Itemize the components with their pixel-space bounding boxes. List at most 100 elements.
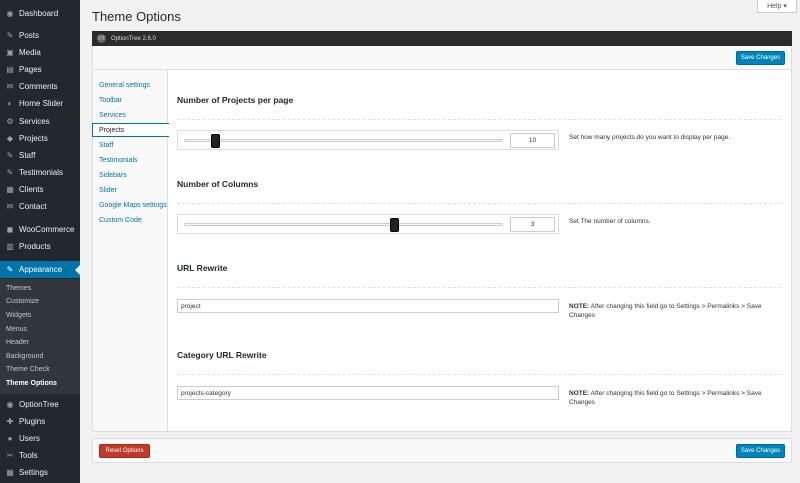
note-text: After changing this field go to Settings… [569,303,762,319]
menu-label: Media [19,48,41,57]
tab-toolbar[interactable]: Toolbar [99,97,122,104]
pin-icon: ✎ [6,30,14,40]
media-icon: ▣ [6,47,14,57]
tab-sidebars[interactable]: Sidebars [99,172,127,179]
field-title-projects-per-page: Number of Projects per page [177,95,294,105]
menu-tools[interactable]: ✂ Tools [0,447,80,464]
projects-per-page-value[interactable]: 10 [510,133,555,148]
menu-contact[interactable]: ✉ Contact [0,198,80,215]
menu-staff[interactable]: ✎ Staff [0,147,80,164]
admin-sidebar: ◉ Dashboard ✎ Posts ▣ Media ▤ Pages ✉ Comment… [0,0,80,483]
menu-label: Dashboard [19,9,59,18]
optiontree-icon: ◉ [6,399,14,409]
menu-comments[interactable]: ✉ Comments [0,78,80,95]
menu-label: Services [19,117,50,126]
optiontree-footer: Reset Options Save Changes [92,438,792,463]
gear-icon: ⚙ [6,116,14,126]
field-title-category-url-rewrite: Category URL Rewrite [177,350,267,360]
field-title-columns: Number of Columns [177,179,259,189]
menu-label: Settings [19,468,48,477]
menu-testimonials[interactable]: ✎ Testimonials [0,164,80,181]
url-rewrite-input[interactable] [177,299,559,313]
menu-plugins[interactable]: ✚ Plugins [0,413,80,430]
menu-pages[interactable]: ▤ Pages [0,61,80,78]
menu-label: Home Slider [19,99,64,108]
menu-products[interactable]: ▥ Products [0,238,80,255]
tab-slider[interactable]: Slider [99,187,117,194]
menu-media[interactable]: ▣ Media [0,44,80,61]
page-title: Theme Options [92,9,181,24]
menu-label: OptionTree [19,400,59,409]
tab-general-settings[interactable]: General settings [99,82,150,89]
slider-handle[interactable] [211,134,221,148]
menu-label: Products [19,242,51,251]
submenu-theme-options[interactable]: Theme Options [6,380,57,387]
menu-clients[interactable]: ▦ Clients [0,181,80,198]
menu-services[interactable]: ⚙ Services [0,113,80,130]
optiontree-header: OT OptionTree 2.6.0 [92,31,792,46]
submenu-theme-check[interactable]: Theme Check [6,366,50,373]
submenu-customize[interactable]: Customize [6,298,39,305]
tab-google-maps-settings[interactable]: Google Maps settings [99,202,167,209]
projects-icon: ◆ [6,133,14,143]
submenu-header[interactable]: Header [6,339,29,346]
field-note: NOTE: After changing this field go to Se… [569,389,784,407]
menu-dashboard[interactable]: ◉ Dashboard [0,5,80,22]
slider-icon: ◐ [7,98,13,108]
menu-label: Plugins [19,417,46,426]
menu-optiontree[interactable]: ◉ OptionTree [0,396,80,413]
divider [177,203,782,204]
field-description: Set The number of columns. [569,218,651,225]
brush-icon: ✎ [6,264,14,274]
menu-home-slider[interactable]: ◐ Home Slider [0,95,80,112]
tab-staff[interactable]: Staff [99,142,113,149]
appearance-submenu: Themes Customize Widgets Menus Header Ba… [0,279,80,394]
save-changes-button-bottom[interactable]: Save Changes [736,444,785,458]
dashboard-icon: ◉ [6,8,14,18]
projects-per-page-slider: 10 [177,130,559,150]
mail-icon: ✉ [6,201,14,211]
note-label: NOTE: [569,390,590,397]
divider [177,119,782,120]
field-description: Set how many projects do you want to dis… [569,134,731,141]
options-panel: General settings Toolbar Services Projec… [92,70,792,432]
submenu-themes[interactable]: Themes [6,285,31,292]
menu-label: Tools [19,451,38,460]
menu-users[interactable]: ● Users [0,430,80,447]
menu-appearance[interactable]: ✎ Appearance [0,261,80,278]
submenu-widgets[interactable]: Widgets [6,312,31,319]
woocommerce-icon: ◼ [6,224,14,234]
save-changes-button-top[interactable]: Save Changes [736,51,785,65]
tab-custom-code[interactable]: Custom Code [99,217,142,224]
help-button[interactable]: Help ▾ [757,0,797,13]
category-url-rewrite-input[interactable] [177,386,559,400]
reset-options-button[interactable]: Reset Options [99,444,150,458]
submenu-menus[interactable]: Menus [6,326,27,333]
menu-label: Contact [19,202,47,211]
divider [177,374,782,375]
submenu-background[interactable]: Background [6,353,43,360]
pages-icon: ▤ [6,64,14,74]
menu-projects[interactable]: ◆ Projects [0,130,80,147]
pin-icon: ✎ [6,167,14,177]
menu-woocommerce[interactable]: ◼ WooCommerce [0,221,80,238]
menu-settings[interactable]: ▦ Settings [0,464,80,481]
tab-services[interactable]: Services [99,112,126,119]
menu-label: Pages [19,65,42,74]
tab-testimonials[interactable]: Testimonials [99,157,138,164]
slider-handle[interactable] [390,218,400,232]
slider-track[interactable] [184,139,503,142]
menu-label: Staff [19,151,36,160]
comments-icon: ✉ [6,81,14,91]
settings-icon: ▦ [6,467,14,477]
tab-projects[interactable]: Projects [92,123,169,137]
pin-icon: ✎ [6,150,14,160]
columns-slider: 3 [177,214,559,234]
products-icon: ▥ [6,241,14,251]
menu-label: Comments [19,82,58,91]
slider-track[interactable] [184,223,503,226]
note-text: After changing this field go to Settings… [569,390,762,406]
columns-value[interactable]: 3 [510,217,555,232]
menu-label: Projects [19,134,48,143]
menu-posts[interactable]: ✎ Posts [0,27,80,44]
